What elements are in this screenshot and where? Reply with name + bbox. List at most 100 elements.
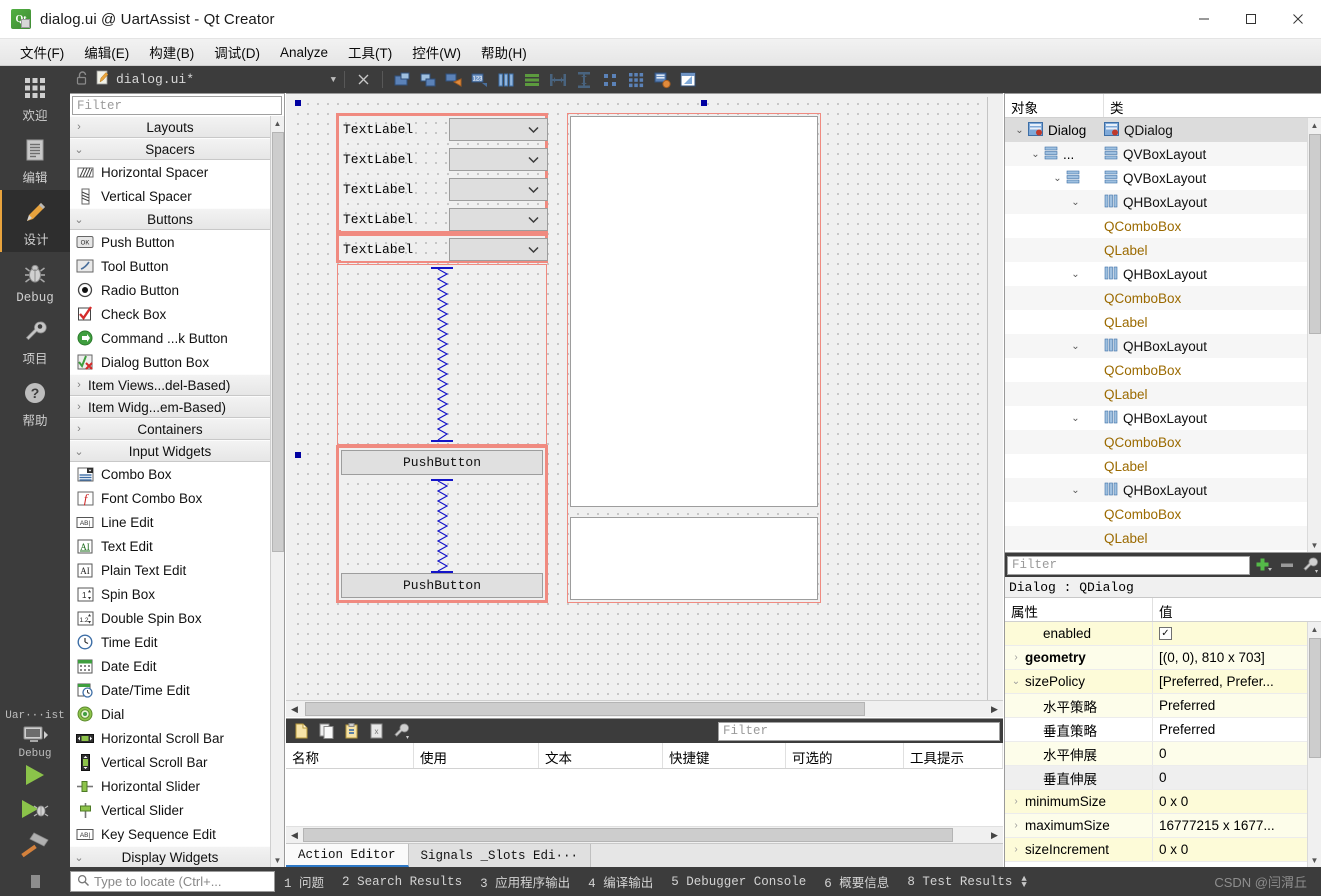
tree-item-combobox-4[interactable]: QComboBox <box>1005 430 1321 454</box>
twisty-icon[interactable]: › <box>1007 796 1025 807</box>
minus-icon[interactable] <box>1277 555 1298 576</box>
property-row-hstretch[interactable]: 水平伸展 0 <box>1005 742 1321 766</box>
unlocked-icon[interactable] <box>76 70 89 89</box>
widget-item-vertical-spacer[interactable]: Vertical Spacer <box>70 184 270 208</box>
menu-file[interactable]: 文件(F) <box>10 39 74 65</box>
scroll-up-icon[interactable]: ▲ <box>1308 622 1321 636</box>
chevron-down-icon[interactable]: ▼ <box>331 75 336 85</box>
menu-tools[interactable]: 工具(T) <box>338 39 402 65</box>
form-label-4[interactable]: TextLabel <box>341 208 449 231</box>
widget-item-horizontal-slider[interactable]: Horizontal Slider <box>70 774 270 798</box>
tree-item-vboxlayout-1[interactable]: ⌄ ... QVBoxLayout <box>1005 142 1321 166</box>
widget-category-buttons[interactable]: ⌄ Buttons <box>70 208 270 230</box>
widget-item-line-edit[interactable]: AB| Line Edit <box>70 510 270 534</box>
property-value-cell[interactable]: 0 <box>1153 742 1321 765</box>
break-layout-icon[interactable] <box>417 69 438 90</box>
property-value-cell[interactable]: Preferred <box>1153 718 1321 741</box>
twisty-icon[interactable]: ⌄ <box>1067 341 1084 352</box>
scroll-down-icon[interactable]: ▼ <box>271 853 284 867</box>
form-textedit-bottom[interactable] <box>570 517 818 600</box>
output-pane-compile-output[interactable]: 4 编译输出 <box>579 872 662 891</box>
form-pushbutton-1[interactable]: PushButton <box>341 450 543 475</box>
property-value-cell[interactable]: [Preferred, Prefer... <box>1153 670 1321 693</box>
twisty-icon[interactable]: ⌄ <box>1049 173 1066 184</box>
form-combobox-2[interactable] <box>449 148 548 171</box>
copy-icon[interactable] <box>316 721 337 742</box>
widget-item-key-sequence-edit[interactable]: AB| Key Sequence Edit <box>70 822 270 846</box>
property-row-sizeincrement[interactable]: › sizeIncrement 0 x 0 <box>1005 838 1321 862</box>
menu-analyze[interactable]: Analyze <box>270 42 338 63</box>
widget-item-time-edit[interactable]: Time Edit <box>70 630 270 654</box>
widget-item-command-link-button[interactable]: Command ...k Button <box>70 326 270 350</box>
widget-category-layouts[interactable]: › Layouts <box>70 116 270 138</box>
form-label-1[interactable]: TextLabel <box>341 118 449 141</box>
menu-widgets[interactable]: 控件(W) <box>402 39 471 65</box>
widget-item-radio-button[interactable]: Radio Button <box>70 278 270 302</box>
form-horizontal-scrollbar[interactable]: ◀ ▶ <box>286 700 1003 717</box>
widget-item-dial[interactable]: Dial <box>70 702 270 726</box>
widget-item-check-box[interactable]: Check Box <box>70 302 270 326</box>
form-design-surface[interactable]: TextLabel TextLabel TextLabel TextLabel … <box>291 97 988 701</box>
property-value-cell[interactable]: Preferred <box>1153 694 1321 717</box>
widget-item-text-edit[interactable]: AI Text Edit <box>70 534 270 558</box>
tree-item-qlabel-3[interactable]: QLabel <box>1005 382 1321 406</box>
run-button[interactable] <box>20 762 50 791</box>
twisty-icon[interactable]: › <box>1007 820 1025 831</box>
scrollbar-thumb[interactable] <box>303 828 953 842</box>
tree-item-combobox-1[interactable]: QComboBox <box>1005 214 1321 238</box>
preview-icon[interactable] <box>677 69 698 90</box>
output-pane-debugger-console[interactable]: 5 Debugger Console <box>662 875 815 889</box>
twisty-icon[interactable]: ⌄ <box>1067 413 1084 424</box>
form-label-2[interactable]: TextLabel <box>341 148 449 171</box>
form-pushbutton-2[interactable]: PushButton <box>341 573 543 598</box>
resize-handle-left-mid[interactable] <box>295 452 301 458</box>
widget-box-scrollbar[interactable]: ▲ ▼ <box>270 116 284 867</box>
widget-item-combo-box[interactable]: Combo Box <box>70 462 270 486</box>
property-value-cell[interactable]: 16777215 x 1677... <box>1153 814 1321 837</box>
twisty-icon[interactable]: ⌄ <box>1027 149 1044 160</box>
output-pane-search-results[interactable]: 2 Search Results <box>333 875 471 889</box>
menu-debug[interactable]: 调试(D) <box>204 39 270 65</box>
property-value-cell[interactable]: 0 <box>1153 766 1321 789</box>
object-tree-rows[interactable]: ⌄ Dialog QDialog ⌄ ... QVBoxLayout ⌄ QVB… <box>1005 118 1321 552</box>
plus-icon[interactable] <box>1253 555 1274 576</box>
widget-category-containers[interactable]: › Containers <box>70 418 270 440</box>
tree-item-dialog[interactable]: ⌄ Dialog QDialog <box>1005 118 1321 142</box>
kit-selector[interactable]: Uar···ist Debug <box>0 710 70 762</box>
scrollbar-thumb[interactable] <box>272 132 284 552</box>
tree-item-combobox-5[interactable]: QComboBox <box>1005 502 1321 526</box>
sidebar-item-design[interactable]: 设计 <box>0 190 70 252</box>
signals-slots-icon[interactable] <box>443 69 464 90</box>
delete-icon[interactable]: x <box>366 721 387 742</box>
splitter-h-icon[interactable] <box>547 69 568 90</box>
output-pane-application-output[interactable]: 3 应用程序输出 <box>471 872 579 891</box>
scroll-right-icon[interactable]: ▶ <box>986 827 1003 843</box>
widget-item-horizontal-scroll-bar[interactable]: Horizontal Scroll Bar <box>70 726 270 750</box>
debug-button[interactable] <box>18 796 52 825</box>
tree-item-hboxlayout-4[interactable]: ⌄ QHBoxLayout <box>1005 406 1321 430</box>
form-vertical-spacer-1[interactable] <box>431 267 453 442</box>
twisty-icon[interactable]: ⌄ <box>1067 485 1084 496</box>
property-rows[interactable]: enabled ✓ › geometry [(0, 0), 810 x 703]… <box>1005 622 1321 867</box>
property-row-enabled[interactable]: enabled ✓ <box>1005 622 1321 646</box>
wrench-icon[interactable] <box>1300 555 1321 576</box>
widget-item-date-time-edit[interactable]: Date/Time Edit <box>70 678 270 702</box>
widget-item-push-button[interactable]: OK Push Button <box>70 230 270 254</box>
property-value-cell[interactable]: 0 x 0 <box>1153 790 1321 813</box>
action-editor-filter-input[interactable]: Filter <box>718 721 1000 741</box>
layout-vertical-icon[interactable] <box>521 69 542 90</box>
form-textedit-top[interactable] <box>570 116 818 507</box>
property-row-hpolicy[interactable]: 水平策略 Preferred <box>1005 694 1321 718</box>
adjust-size-icon[interactable] <box>391 69 412 90</box>
scroll-down-icon[interactable]: ▼ <box>1308 538 1321 552</box>
form-combobox-4[interactable] <box>449 208 548 231</box>
sidebar-item-projects[interactable]: 项目 <box>0 309 70 371</box>
menu-build[interactable]: 构建(B) <box>139 39 204 65</box>
scroll-up-icon[interactable]: ▲ <box>271 116 284 130</box>
scroll-up-icon[interactable]: ▲ <box>1308 118 1321 132</box>
sidebar-toggle[interactable] <box>0 867 70 896</box>
scroll-left-icon[interactable]: ◀ <box>286 827 303 843</box>
property-row-vpolicy[interactable]: 垂直策略 Preferred <box>1005 718 1321 742</box>
minimize-button[interactable] <box>1180 0 1227 39</box>
maximize-button[interactable] <box>1227 0 1274 39</box>
